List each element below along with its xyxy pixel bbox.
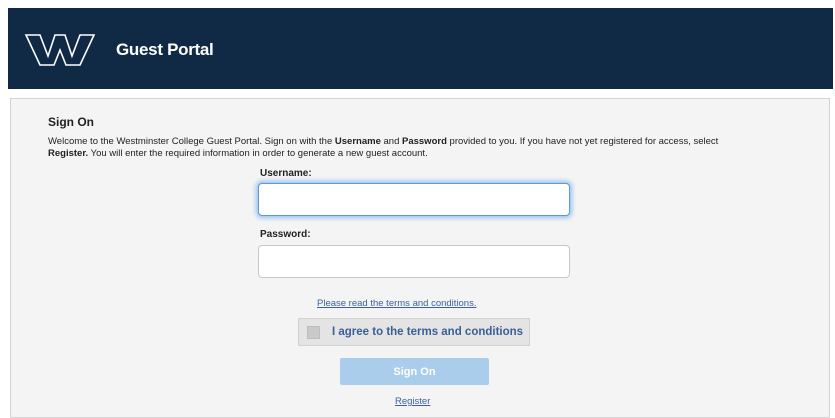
welcome-username-word: Username — [334, 136, 381, 147]
welcome-text-part: provided to you. If you have not yet reg… — [446, 136, 719, 147]
signon-panel: Sign On Welcome to the Westminster Colle… — [10, 98, 830, 418]
username-label: Username: — [260, 168, 312, 179]
welcome-text-part: and — [380, 136, 402, 147]
portal-header: Guest Portal — [8, 8, 833, 89]
password-label: Password: — [260, 229, 311, 240]
signon-button[interactable]: Sign On — [340, 358, 489, 385]
westminster-w-logo-icon — [24, 34, 96, 66]
terms-link[interactable]: Please read the terms and conditions. — [317, 298, 476, 309]
register-link[interactable]: Register — [395, 396, 430, 407]
agree-terms-label[interactable]: I agree to the terms and conditions — [332, 326, 523, 338]
username-input[interactable] — [258, 183, 570, 216]
welcome-text-part: Welcome to the Westminster College Guest… — [48, 136, 335, 147]
agree-terms-checkbox[interactable] — [307, 326, 320, 339]
welcome-password-word: Password — [402, 136, 447, 147]
welcome-register-word: Register. — [48, 147, 89, 159]
portal-title: Guest Portal — [116, 40, 214, 59]
signon-title: Sign On — [48, 115, 94, 129]
password-input[interactable] — [258, 245, 570, 278]
agree-terms-box[interactable]: I agree to the terms and conditions — [298, 318, 530, 346]
welcome-text: Welcome to the Westminster College Guest… — [48, 136, 808, 159]
welcome-text-part: You will enter the required information … — [88, 147, 428, 159]
